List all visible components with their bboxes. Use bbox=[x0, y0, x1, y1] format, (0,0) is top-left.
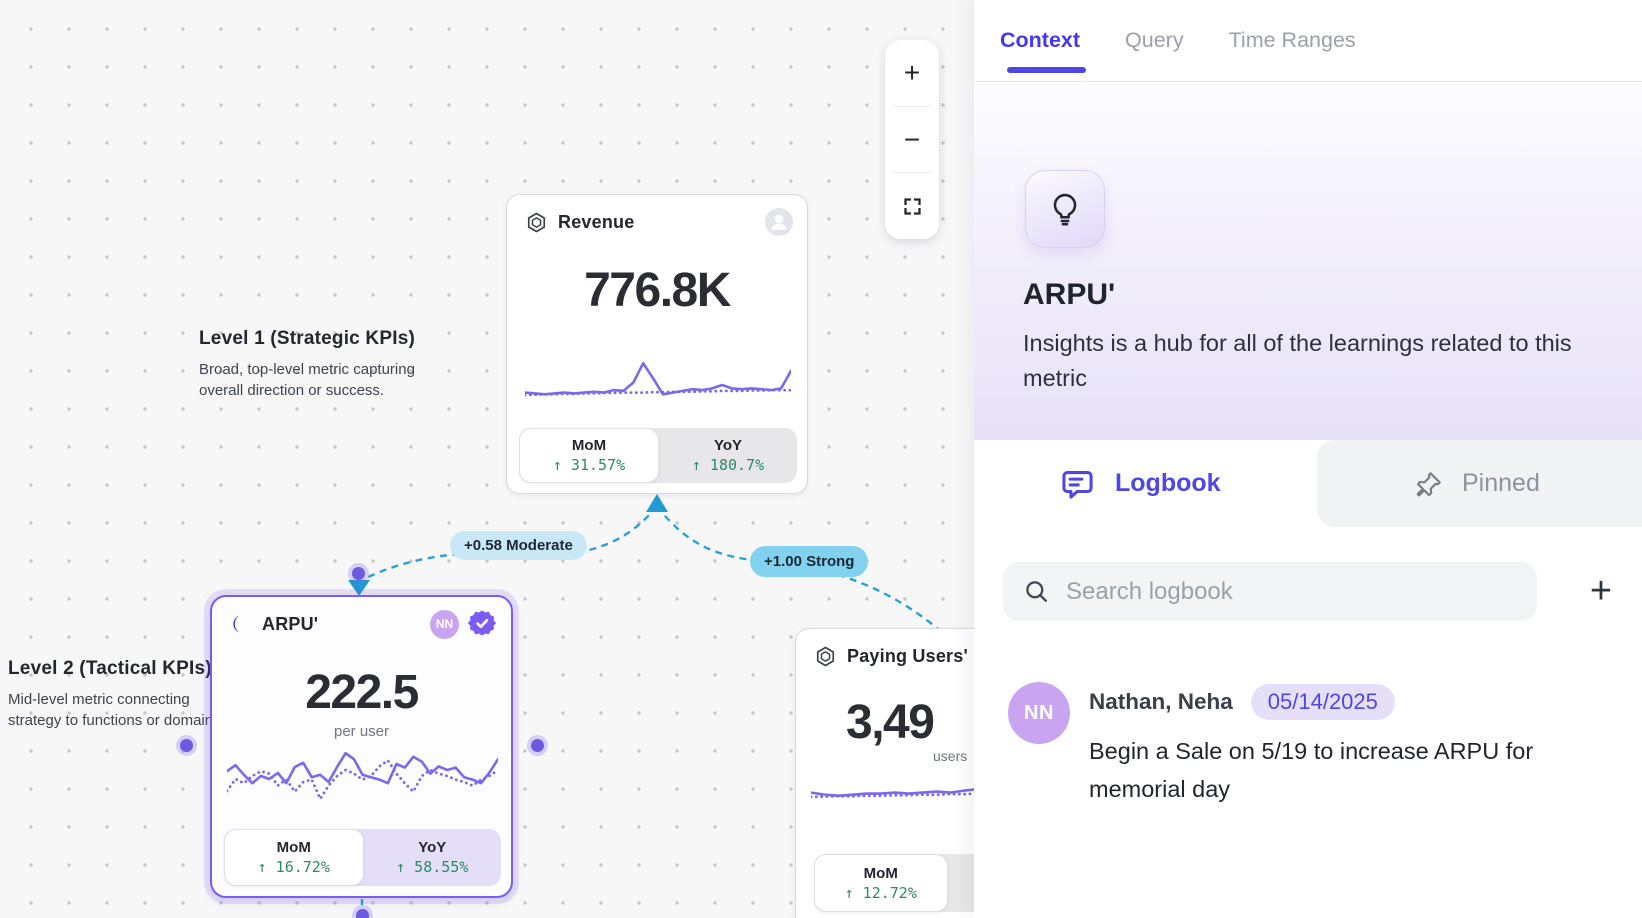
edge-arrow-down-arpu bbox=[348, 580, 370, 596]
mom-stat[interactable]: MoM ↑ 16.72% bbox=[224, 829, 364, 886]
logbook-chat-icon bbox=[1060, 466, 1095, 501]
zoom-out-button[interactable]: − bbox=[885, 107, 939, 173]
level-2-title: Level 2 (Tactical KPIs) bbox=[8, 658, 225, 680]
metric-hexagon-icon bbox=[525, 211, 548, 234]
arpu-handle-top[interactable] bbox=[352, 567, 365, 580]
person-icon bbox=[765, 208, 793, 236]
pushpin-icon bbox=[1414, 469, 1444, 499]
metric-card-revenue[interactable]: Revenue 776.8K MoM ↑ 31.57% bbox=[506, 194, 808, 494]
owner-avatar-icon[interactable] bbox=[765, 208, 793, 236]
verified-check-icon[interactable] bbox=[467, 609, 497, 639]
arpu-handle-right[interactable] bbox=[531, 739, 544, 752]
app: Level 1 (Strategic KPIs) Broad, top-leve… bbox=[0, 0, 1642, 918]
revenue-sparkline bbox=[525, 357, 791, 408]
arpu-sparkline bbox=[227, 744, 498, 813]
entry-avatar: NN bbox=[1008, 682, 1070, 744]
level-2-desc-line2: strategy to functions or domains. bbox=[8, 712, 225, 729]
metric-value: 3,49 bbox=[846, 695, 933, 750]
level-1-desc-line2: overall direction or success. bbox=[199, 382, 384, 399]
entry-date-badge[interactable]: 05/14/2025 bbox=[1251, 684, 1395, 720]
entry-author: Nathan, Neha bbox=[1089, 689, 1233, 715]
fullscreen-icon bbox=[902, 196, 923, 217]
arpu-handle-bottom[interactable] bbox=[356, 909, 369, 918]
yoy-stat[interactable]: YoY ↑ 180.7% bbox=[659, 428, 797, 483]
fit-view-button[interactable] bbox=[885, 173, 939, 239]
active-tab-underline bbox=[1007, 67, 1086, 73]
logbook-search-row: + bbox=[974, 562, 1642, 622]
subtab-logbook[interactable]: Logbook bbox=[1060, 440, 1221, 527]
level-1-desc-line1: Broad, top-level metric capturing bbox=[199, 361, 415, 378]
logbook-search-input[interactable] bbox=[1066, 578, 1486, 606]
metric-value: 776.8K bbox=[507, 263, 807, 318]
zoom-in-button[interactable]: + bbox=[885, 40, 939, 106]
logbook-pinned-tabs: Logbook Pinned bbox=[974, 440, 1642, 527]
metric-value: 222.5 bbox=[212, 665, 511, 720]
mom-stat[interactable]: MoM ↑ 31.57% bbox=[519, 428, 659, 483]
context-panel: Context Query Time Ranges ARPU' Insights… bbox=[974, 0, 1642, 918]
tab-time-ranges[interactable]: Time Ranges bbox=[1229, 28, 1356, 53]
insights-icon-tile bbox=[1025, 170, 1105, 248]
metric-context-header: ARPU' Insights is a hub for all of the l… bbox=[974, 82, 1642, 440]
panel-tab-bar: Context Query Time Ranges bbox=[974, 0, 1642, 82]
card-title: Revenue bbox=[558, 212, 634, 233]
correlation-label-strong[interactable]: +1.00 Strong bbox=[750, 546, 868, 577]
level-2-annotation: Level 2 (Tactical KPIs) Mid-level metric… bbox=[8, 658, 225, 731]
subtab-pinned-label: Pinned bbox=[1462, 469, 1540, 498]
yoy-stat[interactable]: YoY ↑ 58.55% bbox=[364, 829, 502, 886]
subtab-logbook-label: Logbook bbox=[1115, 469, 1221, 498]
logbook-search-box[interactable] bbox=[1003, 562, 1537, 621]
card-title: Paying Users' bbox=[847, 646, 968, 667]
level-1-annotation: Level 1 (Strategic KPIs) Broad, top-leve… bbox=[199, 328, 415, 401]
level-2-desc-line1: Mid-level metric connecting bbox=[8, 691, 190, 708]
add-logbook-entry-button[interactable]: + bbox=[1578, 568, 1624, 614]
metric-hexagon-icon bbox=[814, 645, 837, 668]
canvas-zoom-toolbar: + − bbox=[885, 40, 939, 239]
tab-context[interactable]: Context bbox=[1000, 28, 1080, 53]
entry-message: Begin a Sale on 5/19 to increase ARPU fo… bbox=[1089, 732, 1577, 808]
edge-arrow-up-revenue bbox=[646, 494, 668, 512]
mom-stat[interactable]: MoM ↑ 12.72% bbox=[814, 854, 948, 912]
subtab-pinned[interactable]: Pinned bbox=[1414, 440, 1540, 527]
lightbulb-icon bbox=[1046, 190, 1084, 228]
metric-unit: per user bbox=[212, 723, 511, 740]
metric-card-arpu[interactable]: ARPU' NN 222.5 per user MoM ↑ 16.72% bbox=[210, 595, 513, 898]
metric-description: Insights is a hub for all of the learnin… bbox=[1023, 326, 1615, 396]
search-icon bbox=[1023, 578, 1050, 605]
arpu-handle-left[interactable] bbox=[180, 739, 193, 752]
collaborator-badge[interactable]: NN bbox=[430, 610, 459, 639]
crescent-moon-icon bbox=[230, 613, 252, 635]
level-1-title: Level 1 (Strategic KPIs) bbox=[199, 328, 415, 350]
card-title: ARPU' bbox=[262, 614, 318, 635]
metric-name-heading: ARPU' bbox=[1023, 278, 1115, 312]
metric-tree-canvas[interactable]: Level 1 (Strategic KPIs) Broad, top-leve… bbox=[0, 0, 974, 918]
correlation-label-moderate[interactable]: +0.58 Moderate bbox=[450, 531, 587, 560]
tab-query[interactable]: Query bbox=[1125, 28, 1184, 53]
